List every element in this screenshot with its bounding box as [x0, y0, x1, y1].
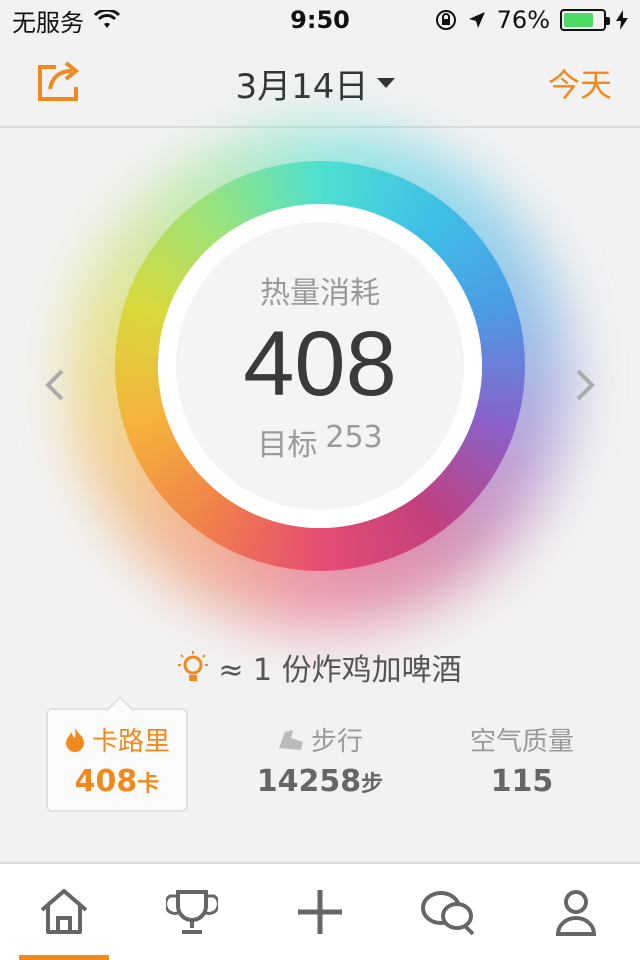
stat-steps[interactable]: 步行 14258步	[240, 708, 400, 812]
rotation-lock-icon	[435, 10, 456, 30]
calories-unit: 卡	[137, 772, 160, 797]
stat-air-label: 空气质量	[470, 721, 574, 758]
shoe-icon	[278, 729, 303, 750]
stat-air-value: 115	[491, 764, 554, 799]
battery-fill	[564, 13, 593, 27]
tab-bar	[0, 862, 640, 960]
lightbulb-icon	[178, 651, 209, 681]
today-button[interactable]: 今天	[548, 60, 612, 106]
calorie-ring-area: 热量消耗 408 目标 253	[0, 128, 640, 628]
location-icon	[468, 12, 485, 28]
tab-home[interactable]	[19, 867, 109, 960]
tab-trophy[interactable]	[147, 867, 237, 957]
charging-bolt-icon	[616, 10, 628, 30]
tab-add[interactable]	[275, 867, 365, 957]
battery-icon	[560, 9, 610, 31]
stat-air-quality[interactable]: 空气质量 115	[440, 708, 604, 812]
chevron-left-icon	[45, 369, 64, 401]
carrier-label: 无服务	[12, 8, 84, 37]
goal-label: 目标	[257, 428, 318, 464]
stat-calories-value: 408卡	[75, 764, 160, 799]
home-icon	[40, 889, 88, 934]
status-bar: 无服务 9:50 76%	[0, 0, 640, 40]
air-quality-label: 空气质量	[469, 727, 574, 757]
flame-icon	[65, 727, 84, 752]
wifi-icon	[94, 10, 120, 28]
status-right: 76%	[435, 6, 628, 34]
profile-icon	[555, 890, 597, 936]
steps-value: 14258	[256, 764, 362, 799]
steps-unit: 步	[361, 772, 384, 797]
add-icon	[298, 890, 342, 934]
chevron-right-icon	[576, 369, 595, 401]
date-label: 3月14日	[235, 66, 369, 107]
dropdown-caret-icon	[377, 78, 396, 88]
date-picker[interactable]: 3月14日	[236, 59, 397, 108]
ring-title: 热量消耗	[260, 275, 380, 311]
stats-row: 卡路里 408卡 步行 14258步 空气质量 115	[0, 708, 640, 818]
air-quality-value: 115	[490, 764, 554, 799]
ring-center: 热量消耗 408 目标 253	[158, 204, 482, 528]
calorie-equivalent: ≈ 1 份炸鸡加啤酒	[0, 645, 640, 689]
status-time: 9:50	[290, 6, 350, 34]
equivalent-text: ≈ 1 份炸鸡加啤酒	[218, 653, 462, 688]
goal-value: 253	[325, 420, 383, 456]
stat-steps-label: 步行	[277, 721, 363, 758]
goal-line: 目标 253	[257, 420, 382, 464]
prev-day-button[interactable]	[44, 366, 66, 412]
stat-calories[interactable]: 卡路里 408卡	[46, 708, 188, 812]
calorie-value: 408	[243, 312, 397, 415]
calories-label: 卡路里	[91, 727, 170, 757]
trophy-icon	[166, 890, 218, 934]
tab-profile[interactable]	[531, 867, 621, 957]
nav-bar: 3月14日 今天	[0, 40, 640, 128]
next-day-button[interactable]	[574, 366, 596, 412]
stat-calories-label: 卡路里	[64, 721, 170, 758]
stat-steps-value: 14258步	[257, 764, 383, 799]
tab-chat[interactable]	[403, 867, 493, 957]
chat-icon	[421, 891, 475, 936]
share-icon	[38, 61, 80, 101]
share-button[interactable]	[36, 59, 84, 107]
battery-percent: 76%	[496, 6, 550, 34]
calorie-ring: 热量消耗 408 目标 253	[115, 161, 525, 571]
status-left: 无服务	[12, 3, 120, 38]
steps-label: 步行	[310, 727, 363, 757]
calories-value: 408	[74, 764, 138, 799]
